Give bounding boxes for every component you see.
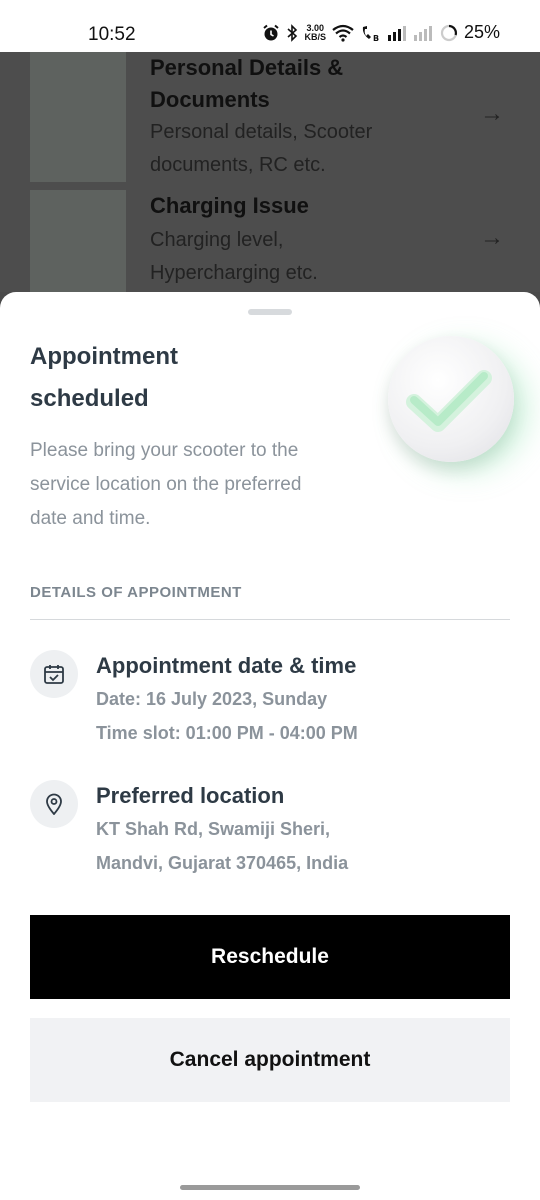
- sheet-drag-handle[interactable]: [248, 309, 292, 315]
- location-address-line2: Mandvi, Gujarat 370465, India: [96, 853, 349, 873]
- status-time: 10:52: [88, 24, 136, 45]
- signal-icon: [387, 25, 406, 41]
- battery-icon: [440, 24, 458, 41]
- appointment-time-slot: Time slot: 01:00 PM - 04:00 PM: [96, 723, 358, 743]
- location-address-line1: KT Shah Rd, Swamiji Sheri,: [96, 819, 331, 839]
- list-item-subtitle: Charging level, Hypercharging etc.: [150, 229, 318, 284]
- appointment-date: Date: 16 July 2023, Sunday: [96, 689, 328, 709]
- background-list: Personal Details & Documents Personal de…: [0, 52, 540, 292]
- status-bar: 10:52 3.00 KB/S B 25%: [0, 0, 540, 52]
- arrow-right-icon: →: [480, 100, 504, 127]
- sheet-title: Appointment scheduled: [30, 343, 178, 412]
- gesture-home-bar[interactable]: [180, 1185, 360, 1190]
- arrow-right-icon: →: [480, 224, 504, 251]
- battery-percent: 25%: [463, 22, 500, 42]
- list-item-title: Personal Details & Documents: [150, 55, 344, 112]
- signal-icon-secondary: [413, 25, 432, 41]
- charger-thumbnail: [30, 190, 126, 292]
- preferred-location-title: Preferred location: [96, 783, 285, 808]
- location-pin-icon: [46, 793, 62, 815]
- svg-text:B: B: [373, 34, 379, 42]
- alarm-icon: [263, 24, 280, 40]
- status-icons: 3.00 KB/S B 25%: [262, 22, 500, 43]
- location-icon-badge: [30, 780, 78, 828]
- network-speed: 3.00 KB/S: [304, 22, 326, 42]
- section-divider: [30, 619, 510, 620]
- appointment-bottom-sheet: Appointment scheduled Please bring your …: [0, 292, 540, 1200]
- list-item-personal-details: Personal Details & Documents Personal de…: [30, 52, 520, 182]
- wifi-icon: [332, 24, 354, 42]
- calendar-icon-badge: [30, 650, 78, 698]
- scooter-thumbnail: [30, 52, 126, 182]
- calendar-check-icon: [44, 665, 64, 684]
- bluetooth-icon: [287, 23, 298, 42]
- reschedule-button[interactable]: Reschedule: [30, 915, 510, 999]
- list-item-charging-issue: Charging Issue Charging level, Hyperchar…: [30, 190, 520, 292]
- list-item-title: Charging Issue: [150, 193, 309, 218]
- wifi-calling-icon: B: [362, 25, 379, 42]
- appointment-datetime-title: Appointment date & time: [96, 653, 357, 678]
- cancel-appointment-button[interactable]: Cancel appointment: [30, 1018, 510, 1102]
- list-item-subtitle: Personal details, Scooter documents, RC …: [150, 121, 373, 176]
- success-badge: [388, 336, 514, 462]
- checkmark-icon: [406, 370, 492, 432]
- sheet-description: Please bring your scooter to the service…: [30, 440, 302, 529]
- details-section-label: DETAILS OF APPOINTMENT: [30, 584, 242, 601]
